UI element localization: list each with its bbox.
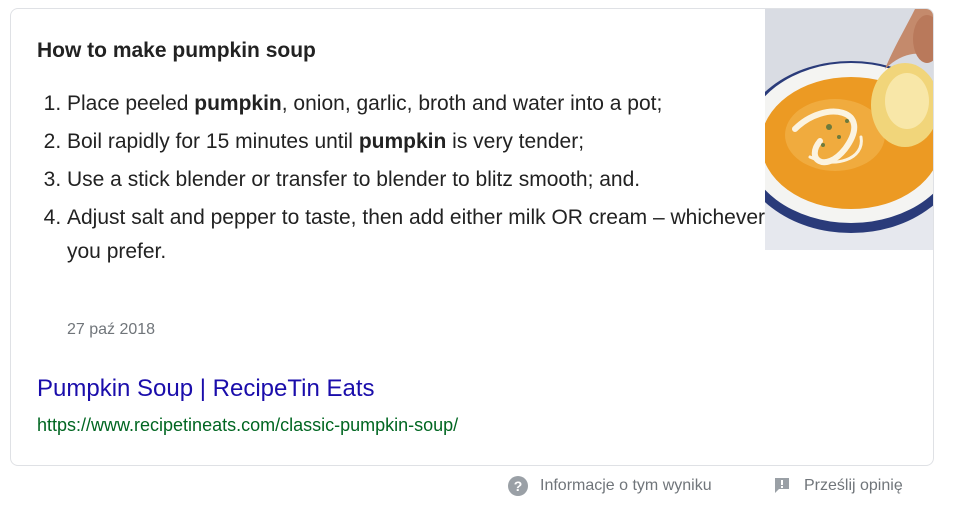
question-circle-icon: ? <box>508 476 528 496</box>
snippet-footer: ? Informacje o tym wyniku Prześlij opini… <box>0 476 958 500</box>
steps-list: Place peeled pumpkin, onion, garlic, bro… <box>37 87 767 273</box>
result-url[interactable]: https://www.recipetineats.com/classic-pu… <box>37 415 458 436</box>
snippet-title: How to make pumpkin soup <box>37 39 316 62</box>
feedback-flag-icon <box>772 476 792 496</box>
about-result-label: Informacje o tym wyniku <box>540 477 712 494</box>
featured-snippet-card: How to make pumpkin soup Place peeled pu… <box>10 8 934 466</box>
send-feedback-link[interactable]: Prześlij opinię <box>772 476 903 496</box>
list-item: Boil rapidly for 15 minutes until pumpki… <box>67 125 767 159</box>
list-item: Use a stick blender or transfer to blend… <box>67 163 767 197</box>
list-item: Adjust salt and pepper to taste, then ad… <box>67 201 767 269</box>
result-title-link[interactable]: Pumpkin Soup | RecipeTin Eats <box>37 375 375 403</box>
send-feedback-label: Prześlij opinię <box>804 477 903 494</box>
soup-thumbnail-image[interactable] <box>765 9 933 250</box>
snippet-date: 27 paź 2018 <box>67 321 156 338</box>
about-result-link[interactable]: ? Informacje o tym wyniku <box>508 476 712 496</box>
list-item: Place peeled pumpkin, onion, garlic, bro… <box>67 87 767 121</box>
